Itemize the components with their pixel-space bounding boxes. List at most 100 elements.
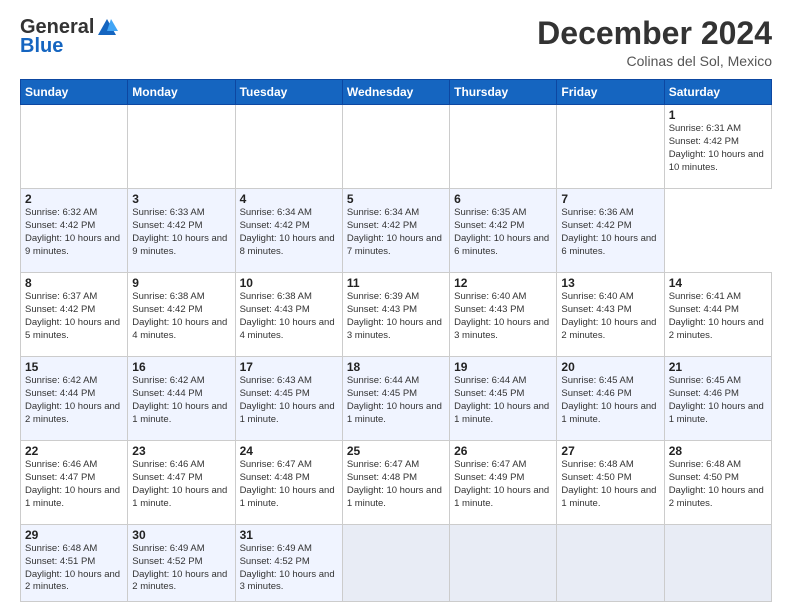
day-info: Sunrise: 6:33 AMSunset: 4:42 PMDaylight:… bbox=[132, 207, 230, 258]
day-info: Sunrise: 6:46 AMSunset: 4:47 PMDaylight:… bbox=[25, 459, 123, 510]
day-info: Sunrise: 6:34 AMSunset: 4:42 PMDaylight:… bbox=[240, 207, 338, 258]
day-info: Sunrise: 6:42 AMSunset: 4:44 PMDaylight:… bbox=[25, 375, 123, 426]
location: Colinas del Sol, Mexico bbox=[537, 53, 772, 69]
empty-cell bbox=[557, 105, 664, 189]
calendar-day: 31Sunrise: 6:49 AMSunset: 4:52 PMDayligh… bbox=[235, 525, 342, 602]
day-info: Sunrise: 6:47 AMSunset: 4:48 PMDaylight:… bbox=[347, 459, 445, 510]
day-number: 9 bbox=[132, 276, 230, 290]
day-number: 17 bbox=[240, 360, 338, 374]
calendar-day: 23Sunrise: 6:46 AMSunset: 4:47 PMDayligh… bbox=[128, 441, 235, 525]
calendar-day: 25Sunrise: 6:47 AMSunset: 4:48 PMDayligh… bbox=[342, 441, 449, 525]
day-number: 30 bbox=[132, 528, 230, 542]
day-number: 18 bbox=[347, 360, 445, 374]
calendar-day: 10Sunrise: 6:38 AMSunset: 4:43 PMDayligh… bbox=[235, 273, 342, 357]
calendar-week-row: 29Sunrise: 6:48 AMSunset: 4:51 PMDayligh… bbox=[21, 525, 772, 602]
day-header-thursday: Thursday bbox=[450, 80, 557, 105]
day-number: 25 bbox=[347, 444, 445, 458]
calendar-day: 4Sunrise: 6:34 AMSunset: 4:42 PMDaylight… bbox=[235, 189, 342, 273]
day-number: 15 bbox=[25, 360, 123, 374]
day-info: Sunrise: 6:44 AMSunset: 4:45 PMDaylight:… bbox=[347, 375, 445, 426]
day-header-monday: Monday bbox=[128, 80, 235, 105]
day-info: Sunrise: 6:49 AMSunset: 4:52 PMDaylight:… bbox=[132, 543, 230, 594]
calendar-header-row: SundayMondayTuesdayWednesdayThursdayFrid… bbox=[21, 80, 772, 105]
day-number: 10 bbox=[240, 276, 338, 290]
day-info: Sunrise: 6:48 AMSunset: 4:50 PMDaylight:… bbox=[669, 459, 767, 510]
day-info: Sunrise: 6:34 AMSunset: 4:42 PMDaylight:… bbox=[347, 207, 445, 258]
day-info: Sunrise: 6:38 AMSunset: 4:43 PMDaylight:… bbox=[240, 291, 338, 342]
calendar-day: 24Sunrise: 6:47 AMSunset: 4:48 PMDayligh… bbox=[235, 441, 342, 525]
calendar-day: 7Sunrise: 6:36 AMSunset: 4:42 PMDaylight… bbox=[557, 189, 664, 273]
day-number: 6 bbox=[454, 192, 552, 206]
empty-cell bbox=[664, 525, 771, 602]
day-header-friday: Friday bbox=[557, 80, 664, 105]
calendar-day: 19Sunrise: 6:44 AMSunset: 4:45 PMDayligh… bbox=[450, 357, 557, 441]
empty-cell bbox=[557, 525, 664, 602]
day-number: 31 bbox=[240, 528, 338, 542]
calendar-day: 8Sunrise: 6:37 AMSunset: 4:42 PMDaylight… bbox=[21, 273, 128, 357]
day-number: 26 bbox=[454, 444, 552, 458]
logo-blue: Blue bbox=[20, 35, 63, 58]
day-number: 16 bbox=[132, 360, 230, 374]
calendar-day: 6Sunrise: 6:35 AMSunset: 4:42 PMDaylight… bbox=[450, 189, 557, 273]
calendar-day: 16Sunrise: 6:42 AMSunset: 4:44 PMDayligh… bbox=[128, 357, 235, 441]
calendar-day: 28Sunrise: 6:48 AMSunset: 4:50 PMDayligh… bbox=[664, 441, 771, 525]
calendar-day: 18Sunrise: 6:44 AMSunset: 4:45 PMDayligh… bbox=[342, 357, 449, 441]
day-info: Sunrise: 6:36 AMSunset: 4:42 PMDaylight:… bbox=[561, 207, 659, 258]
day-number: 29 bbox=[25, 528, 123, 542]
header: General Blue December 2024 Colinas del S… bbox=[20, 16, 772, 69]
calendar-week-row: 2Sunrise: 6:32 AMSunset: 4:42 PMDaylight… bbox=[21, 189, 772, 273]
calendar-day: 2Sunrise: 6:32 AMSunset: 4:42 PMDaylight… bbox=[21, 189, 128, 273]
day-info: Sunrise: 6:43 AMSunset: 4:45 PMDaylight:… bbox=[240, 375, 338, 426]
calendar-day: 15Sunrise: 6:42 AMSunset: 4:44 PMDayligh… bbox=[21, 357, 128, 441]
calendar-day: 30Sunrise: 6:49 AMSunset: 4:52 PMDayligh… bbox=[128, 525, 235, 602]
day-header-tuesday: Tuesday bbox=[235, 80, 342, 105]
day-number: 12 bbox=[454, 276, 552, 290]
day-number: 1 bbox=[669, 108, 767, 122]
calendar-day: 14Sunrise: 6:41 AMSunset: 4:44 PMDayligh… bbox=[664, 273, 771, 357]
calendar-day: 11Sunrise: 6:39 AMSunset: 4:43 PMDayligh… bbox=[342, 273, 449, 357]
day-number: 19 bbox=[454, 360, 552, 374]
day-number: 2 bbox=[25, 192, 123, 206]
day-header-wednesday: Wednesday bbox=[342, 80, 449, 105]
day-number: 23 bbox=[132, 444, 230, 458]
day-header-saturday: Saturday bbox=[664, 80, 771, 105]
day-info: Sunrise: 6:47 AMSunset: 4:48 PMDaylight:… bbox=[240, 459, 338, 510]
day-info: Sunrise: 6:39 AMSunset: 4:43 PMDaylight:… bbox=[347, 291, 445, 342]
day-info: Sunrise: 6:31 AMSunset: 4:42 PMDaylight:… bbox=[669, 123, 767, 174]
day-info: Sunrise: 6:49 AMSunset: 4:52 PMDaylight:… bbox=[240, 543, 338, 594]
title-block: December 2024 Colinas del Sol, Mexico bbox=[537, 16, 772, 69]
day-number: 27 bbox=[561, 444, 659, 458]
day-info: Sunrise: 6:35 AMSunset: 4:42 PMDaylight:… bbox=[454, 207, 552, 258]
calendar-week-row: 8Sunrise: 6:37 AMSunset: 4:42 PMDaylight… bbox=[21, 273, 772, 357]
day-number: 14 bbox=[669, 276, 767, 290]
day-info: Sunrise: 6:40 AMSunset: 4:43 PMDaylight:… bbox=[561, 291, 659, 342]
empty-cell bbox=[342, 525, 449, 602]
logo-icon bbox=[96, 17, 118, 39]
day-info: Sunrise: 6:45 AMSunset: 4:46 PMDaylight:… bbox=[669, 375, 767, 426]
empty-cell bbox=[21, 105, 128, 189]
calendar-day: 21Sunrise: 6:45 AMSunset: 4:46 PMDayligh… bbox=[664, 357, 771, 441]
calendar-day: 26Sunrise: 6:47 AMSunset: 4:49 PMDayligh… bbox=[450, 441, 557, 525]
day-info: Sunrise: 6:42 AMSunset: 4:44 PMDaylight:… bbox=[132, 375, 230, 426]
day-header-sunday: Sunday bbox=[21, 80, 128, 105]
day-number: 11 bbox=[347, 276, 445, 290]
day-info: Sunrise: 6:48 AMSunset: 4:50 PMDaylight:… bbox=[561, 459, 659, 510]
calendar-day: 17Sunrise: 6:43 AMSunset: 4:45 PMDayligh… bbox=[235, 357, 342, 441]
calendar-day: 3Sunrise: 6:33 AMSunset: 4:42 PMDaylight… bbox=[128, 189, 235, 273]
empty-cell bbox=[342, 105, 449, 189]
empty-cell bbox=[450, 105, 557, 189]
day-info: Sunrise: 6:45 AMSunset: 4:46 PMDaylight:… bbox=[561, 375, 659, 426]
empty-cell bbox=[128, 105, 235, 189]
day-number: 5 bbox=[347, 192, 445, 206]
day-info: Sunrise: 6:46 AMSunset: 4:47 PMDaylight:… bbox=[132, 459, 230, 510]
calendar-week-row: 22Sunrise: 6:46 AMSunset: 4:47 PMDayligh… bbox=[21, 441, 772, 525]
day-info: Sunrise: 6:44 AMSunset: 4:45 PMDaylight:… bbox=[454, 375, 552, 426]
day-info: Sunrise: 6:48 AMSunset: 4:51 PMDaylight:… bbox=[25, 543, 123, 594]
calendar-day: 29Sunrise: 6:48 AMSunset: 4:51 PMDayligh… bbox=[21, 525, 128, 602]
calendar-day: 13Sunrise: 6:40 AMSunset: 4:43 PMDayligh… bbox=[557, 273, 664, 357]
day-number: 21 bbox=[669, 360, 767, 374]
calendar-day: 20Sunrise: 6:45 AMSunset: 4:46 PMDayligh… bbox=[557, 357, 664, 441]
day-number: 13 bbox=[561, 276, 659, 290]
calendar-week-row: 1Sunrise: 6:31 AMSunset: 4:42 PMDaylight… bbox=[21, 105, 772, 189]
day-number: 7 bbox=[561, 192, 659, 206]
